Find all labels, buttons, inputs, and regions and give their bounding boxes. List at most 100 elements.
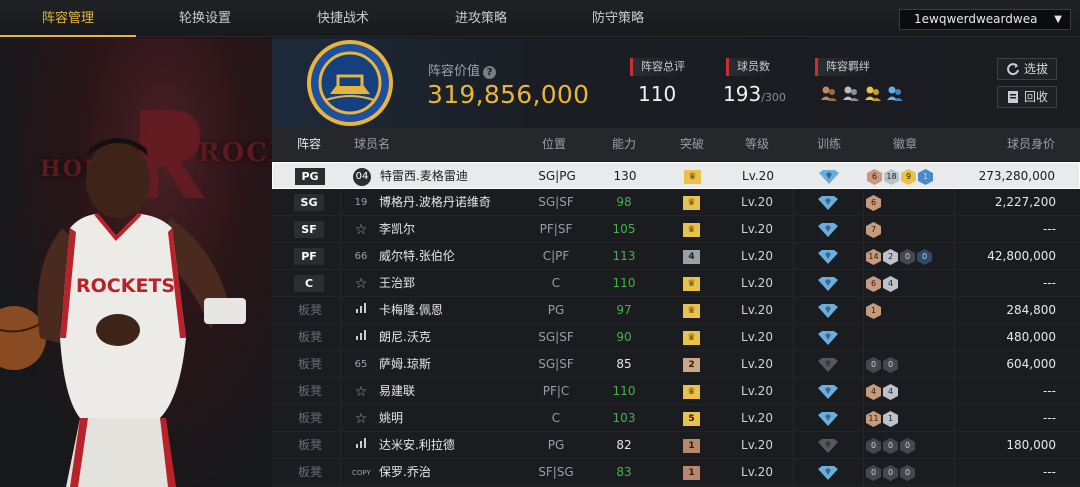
header-level[interactable]: 等级 <box>745 128 769 161</box>
breakthrough-level: 5 <box>683 412 700 426</box>
table-row[interactable]: PG 04 特雷西.麦格雷迪 SG|PG 130 ♛ Lv.20 6 18 9 1 273,280,0… <box>272 162 1080 189</box>
crown-icon: ♛ <box>684 170 701 184</box>
table-row[interactable]: 板凳 ☆ 姚明 C 103 5 Lv.20 11 1 --- <box>272 405 1080 432</box>
signal-bars-icon <box>352 437 370 455</box>
training-icon[interactable] <box>818 304 838 318</box>
crown-icon: ♛ <box>683 196 700 210</box>
table-row[interactable]: 板凳 65 萨姆.琼斯 SG|SF 85 2 Lv.20 0 0 604,000 <box>272 351 1080 378</box>
bench-label: 板凳 <box>298 411 323 425</box>
bond-silver-icon[interactable] <box>842 84 860 102</box>
signal-bars-icon <box>352 302 370 320</box>
recycle-button[interactable]: 回收 <box>997 86 1057 108</box>
tab-lineup-management[interactable]: 阵容管理 <box>0 0 136 37</box>
player-level: Lv.20 <box>741 411 773 425</box>
badge-bronze[interactable]: 7 <box>866 222 881 238</box>
badge-list: 64 <box>866 276 898 292</box>
training-icon[interactable] <box>818 331 838 345</box>
player-figure: ROCKETS <box>0 110 246 487</box>
lineup-value-label-text: 阵容价值 <box>428 64 481 79</box>
training-icon[interactable] <box>818 412 838 426</box>
tab-defense-strategy[interactable]: 防守策略 <box>550 0 686 37</box>
badge-bronze[interactable]: 6 <box>867 169 882 185</box>
help-icon[interactable]: ? <box>483 66 497 79</box>
badge-bronze[interactable]: 4 <box>866 384 881 400</box>
table-row[interactable]: C ☆ 王治郅 C 110 ♛ Lv.20 6 4 --- <box>272 270 1080 297</box>
badge-list: 11 1 <box>866 411 898 427</box>
bond-blue-icon[interactable] <box>886 84 904 102</box>
copy-tag: COPY <box>352 469 371 477</box>
player-value: 42,800,000 <box>987 249 1056 263</box>
badge-bronze[interactable]: 1 <box>866 303 881 319</box>
breakthrough-level: 1 <box>683 439 700 453</box>
slot-tag: SG <box>294 194 324 211</box>
badge-dark[interactable]: 0 <box>883 465 898 481</box>
table-row[interactable]: 板凳 ☆ 易建联 PF|C 110 ♛ Lv.20 4 4 --- <box>272 378 1080 405</box>
header-name[interactable]: 球员名 <box>354 128 390 161</box>
badge-silver[interactable]: 18 <box>884 169 899 185</box>
header-slot[interactable]: 阵容 <box>297 128 321 161</box>
badge-blue[interactable]: 1 <box>918 169 933 185</box>
badge-silver[interactable]: 2 <box>883 249 898 265</box>
training-icon[interactable] <box>818 358 838 372</box>
account-dropdown[interactable]: 1ewqwerdweardwea ▼ <box>899 9 1071 30</box>
badge-dark[interactable]: 0 <box>866 465 881 481</box>
badge-darkblue[interactable]: 0 <box>917 249 932 265</box>
table-row[interactable]: SF ☆ 李凯尔 PF|SF 105 ♛ Lv.20 7 --- <box>272 216 1080 243</box>
table-row[interactable]: 板凳 COPY 保罗.乔治 SF|SG 83 1 Lv.20 0 0 0 --- <box>272 459 1080 486</box>
slot-tag: SF <box>294 221 324 238</box>
header-training[interactable]: 训练 <box>817 128 841 161</box>
crown-icon: ♛ <box>683 385 700 399</box>
badge-dark[interactable]: 0 <box>866 357 881 373</box>
badge-bronze[interactable]: 14 <box>866 249 881 265</box>
training-icon[interactable] <box>819 170 839 184</box>
badge-bronze[interactable]: 11 <box>866 411 881 427</box>
table-row[interactable]: 板凳 朗尼.沃克 SG|SF 90 ♛ Lv.20 480,000 <box>272 324 1080 351</box>
header-value[interactable]: 球员身价 <box>1007 128 1055 161</box>
table-row[interactable]: SG 19 博格丹.波格丹诺维奇 SG|SF 98 ♛ Lv.20 6 2,227,200 <box>272 189 1080 216</box>
badge-dark[interactable]: 0 <box>900 438 915 454</box>
badge-list: 14 2 0 0 <box>866 249 932 265</box>
badge-silver[interactable]: 1 <box>883 411 898 427</box>
training-icon[interactable] <box>818 196 838 210</box>
training-icon[interactable] <box>818 385 838 399</box>
header-ability[interactable]: 能力 <box>612 128 636 161</box>
bond-gold-icon[interactable] <box>864 84 882 102</box>
training-icon[interactable] <box>818 466 838 480</box>
tab-offense-strategy[interactable]: 进攻策略 <box>412 0 550 37</box>
training-icon[interactable] <box>818 250 838 264</box>
badge-bronze[interactable]: 6 <box>866 276 881 292</box>
player-name: 朗尼.沃克 <box>379 330 431 344</box>
badge-dark[interactable]: 0 <box>866 438 881 454</box>
player-name: 达米安.利拉德 <box>379 438 455 452</box>
table-row[interactable]: 板凳 达米安.利拉德 PG 82 1 Lv.20 0 0 0 180,000 <box>272 432 1080 459</box>
slot-tag: PF <box>294 248 324 265</box>
training-icon[interactable] <box>818 439 838 453</box>
badge-bronze[interactable]: 6 <box>866 195 881 211</box>
badge-gold[interactable]: 9 <box>901 169 916 185</box>
lineup-value-label: 阵容价值? <box>428 60 497 79</box>
training-icon[interactable] <box>818 277 838 291</box>
badge-silver[interactable]: 4 <box>883 384 898 400</box>
jersey-number: 04 <box>353 168 371 186</box>
badge-dark[interactable]: 0 <box>883 438 898 454</box>
header-position[interactable]: 位置 <box>542 128 566 161</box>
pick-button[interactable]: 选拔 <box>997 58 1057 80</box>
table-row[interactable]: PF 66 威尔特.张伯伦 C|PF 113 4 Lv.20 14 2 0 0 42,800,000 <box>272 243 1080 270</box>
tab-quick-tactics[interactable]: 快捷战术 <box>274 0 412 37</box>
badge-dark[interactable]: 0 <box>900 465 915 481</box>
tab-rotation-settings[interactable]: 轮换设置 <box>137 0 273 37</box>
player-ability: 82 <box>616 438 632 452</box>
breakthrough-level: 2 <box>683 358 700 372</box>
header-breakthrough[interactable]: 突破 <box>680 128 704 161</box>
player-name: 李凯尔 <box>379 222 416 236</box>
player-position: PF|C <box>542 384 570 398</box>
table-header: 阵容 球员名 位置 能力 突破 等级 训练 徽章 球员身价 <box>272 128 1080 161</box>
badge-dark[interactable]: 0 <box>900 249 915 265</box>
header-badges[interactable]: 徽章 <box>893 128 917 161</box>
table-row[interactable]: 板凳 卡梅隆.佩恩 PG 97 ♛ Lv.20 1 284,800 <box>272 297 1080 324</box>
badge-dark[interactable]: 0 <box>883 357 898 373</box>
training-icon[interactable] <box>818 223 838 237</box>
bond-bronze-icon[interactable] <box>820 84 838 102</box>
badge-silver[interactable]: 4 <box>883 276 898 292</box>
player-ability: 98 <box>616 195 632 209</box>
